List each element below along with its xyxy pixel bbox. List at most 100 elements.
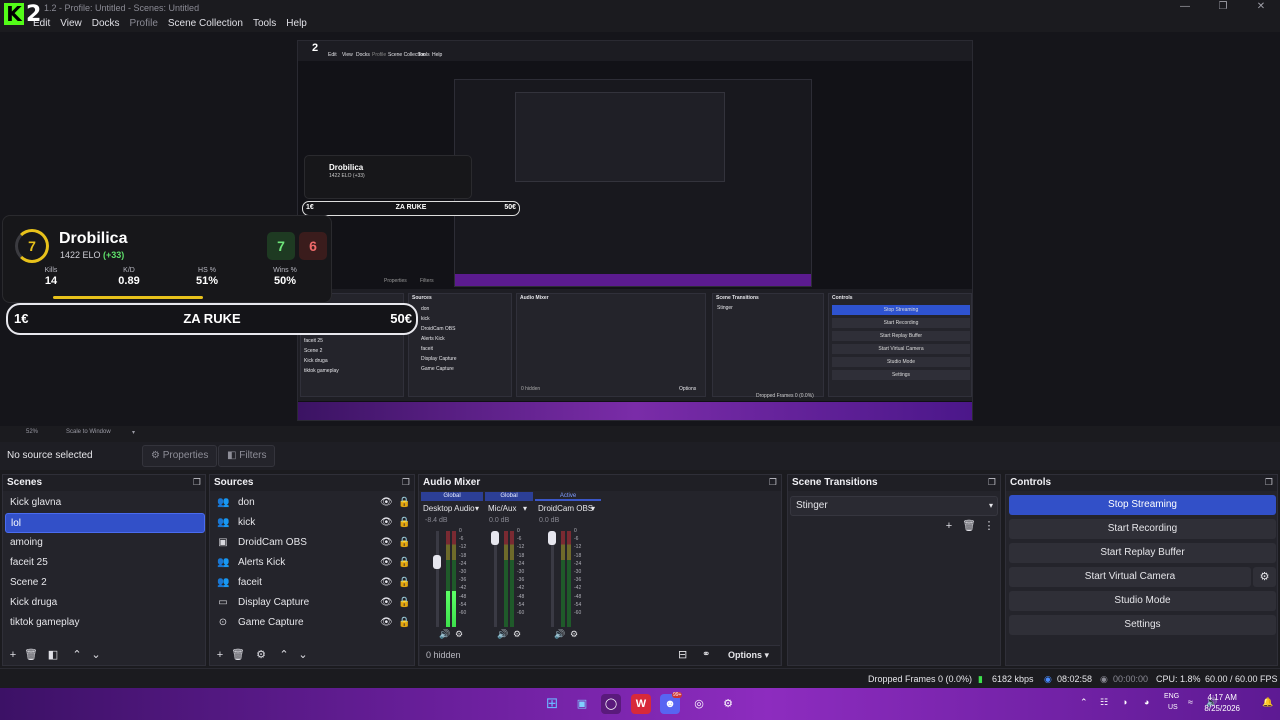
speaker-icon[interactable]: 🔊 [554,629,565,640]
up-icon[interactable]: ⌃ [277,648,291,662]
notifications-icon[interactable]: 🔔 [1262,697,1273,708]
scene-item[interactable]: amoing [5,533,205,553]
fader-knob[interactable] [548,531,556,545]
source-row[interactable]: 👥 kick 👁 🔒 [210,513,414,533]
menu-tools[interactable]: Tools [248,16,281,32]
channel-name[interactable]: Mic/Aux [488,504,516,513]
steam-icon[interactable]: ⚙ [718,694,738,714]
fader-knob[interactable] [491,531,499,545]
add-icon[interactable]: + [213,648,227,662]
chevron-down-icon[interactable]: ▾ [475,504,479,513]
scene-item[interactable]: Scene 2 [5,573,205,593]
source-row[interactable]: 👥 faceit 👁 🔒 [210,573,414,593]
app-tray-icon[interactable]: ◕ [1144,697,1149,707]
properties-button[interactable]: ⚙ Properties [142,445,218,467]
add-icon[interactable]: + [942,519,956,533]
eye-icon[interactable]: 👁 [380,617,393,629]
studio-mode-button[interactable]: Studio Mode [1009,591,1276,611]
source-row[interactable]: ▣ DroidCam OBS 👁 🔒 [210,533,414,553]
trash-icon[interactable]: 🗑 [962,519,976,533]
stop-streaming-button[interactable]: Stop Streaming [1009,495,1276,515]
lang-top[interactable]: ENG [1164,693,1179,700]
dock-float-icon[interactable]: ❐ [769,477,777,488]
maximize-button[interactable]: ❐ [1204,0,1242,16]
menu-help[interactable]: Help [281,16,312,32]
gear-icon[interactable]: ⚙ [513,629,521,640]
filter-icon[interactable]: ◧ [46,648,60,662]
lock-icon[interactable]: 🔒 [398,617,410,629]
speaker-icon[interactable]: 🔊 [497,629,508,640]
eye-icon[interactable]: 👁 [380,557,393,569]
eye-icon[interactable]: 👁 [380,497,393,509]
gear-icon[interactable]: ⚙ [254,648,268,662]
transition-select[interactable]: Stinger ▾ [790,496,998,516]
eye-icon[interactable]: 👁 [380,517,393,529]
down-icon[interactable]: ⌄ [89,648,103,662]
start-virtual-camera-button[interactable]: Start Virtual Camera [1009,567,1251,587]
start-recording-button[interactable]: Start Recording [1009,519,1276,539]
link-icon[interactable]: ⚭ [702,649,710,660]
virtual-camera-settings-button[interactable]: ⚙ [1253,567,1276,587]
mixer-options-button[interactable]: Options ▾ [728,650,769,661]
settings-button[interactable]: Settings [1009,615,1276,635]
tray-chevron-icon[interactable]: ⌃ [1080,697,1088,708]
wps-icon[interactable]: W [631,694,651,714]
down-icon[interactable]: ⌄ [296,648,310,662]
source-row[interactable]: ▭ Display Capture 👁 🔒 [210,593,414,613]
lock-icon[interactable]: 🔒 [398,577,410,589]
lock-icon[interactable]: 🔒 [398,557,410,569]
shield-icon[interactable]: ◑ [1122,697,1127,707]
channel-name[interactable]: Desktop Audio [423,504,475,513]
lock-icon[interactable]: 🔒 [398,497,410,509]
add-icon[interactable]: + [6,648,20,662]
source-row[interactable]: ⊙ Game Capture 👁 🔒 [210,613,414,633]
source-row[interactable]: 👥 don 👁 🔒 [210,493,414,513]
zoom-level[interactable]: 52% [26,429,38,435]
eye-icon[interactable]: 👁 [380,597,393,609]
lang-bottom[interactable]: US [1168,704,1178,711]
desktop-icon[interactable]: ▣ [572,694,592,714]
menu-docks[interactable]: Docks [87,16,125,32]
dock-float-icon[interactable]: ❐ [193,477,201,488]
source-row[interactable]: 👥 Alerts Kick 👁 🔒 [210,553,414,573]
wifi-icon[interactable]: ≈ [1188,697,1193,707]
chrome-icon[interactable]: ◎ [689,694,709,714]
scale-mode[interactable]: Scale to Window [66,429,111,435]
scene-item[interactable]: Kick druga [5,593,205,613]
more-icon[interactable]: ⋮ [982,519,996,533]
lock-icon[interactable]: 🔒 [398,517,410,529]
scene-item[interactable]: faceit 25 [5,553,205,573]
gear-icon[interactable]: ⚙ [455,629,463,640]
preview-canvas[interactable]: 2 Edit View Docks Profile Scene Collecti… [0,32,1280,426]
dock-float-icon[interactable]: ❐ [1265,477,1273,488]
start-replay-buffer-button[interactable]: Start Replay Buffer [1009,543,1276,563]
windows-start-icon[interactable]: ⊞ [542,694,562,714]
scene-item[interactable]: lol [5,513,205,533]
trash-icon[interactable]: 🗑 [231,648,245,662]
close-button[interactable]: ✕ [1242,0,1280,16]
dock-float-icon[interactable]: ❐ [402,477,410,488]
volume-fader[interactable] [433,531,441,627]
volume-fader[interactable] [548,531,556,627]
scene-item[interactable]: Kick glavna [5,493,205,513]
fader-knob[interactable] [433,555,441,569]
chevron-down-icon[interactable]: ▾ [523,504,527,513]
layout-icon[interactable]: ⊟ [678,648,687,661]
speaker-icon[interactable]: 🔊 [439,629,450,640]
obs-icon[interactable]: ◯ [601,694,621,714]
up-icon[interactable]: ⌃ [70,648,84,662]
eye-icon[interactable]: 👁 [380,537,393,549]
chevron-down-icon[interactable]: ▾ [591,504,595,513]
minimize-button[interactable]: — [1166,0,1204,16]
eye-icon[interactable]: 👁 [380,577,393,589]
network-icon[interactable]: ☷ [1100,697,1108,708]
lock-icon[interactable]: 🔒 [398,537,410,549]
chevron-down-icon[interactable]: ▾ [132,429,135,436]
lock-icon[interactable]: 🔒 [398,597,410,609]
trash-icon[interactable]: 🗑 [24,648,38,662]
clock[interactable]: 4:17 AM 8/25/2026 [1204,692,1240,714]
channel-name[interactable]: DroidCam OBS [538,504,593,513]
dock-float-icon[interactable]: ❐ [988,477,996,488]
menu-scene-collection[interactable]: Scene Collection [163,16,248,32]
scene-item[interactable]: tiktok gameplay [5,613,205,633]
